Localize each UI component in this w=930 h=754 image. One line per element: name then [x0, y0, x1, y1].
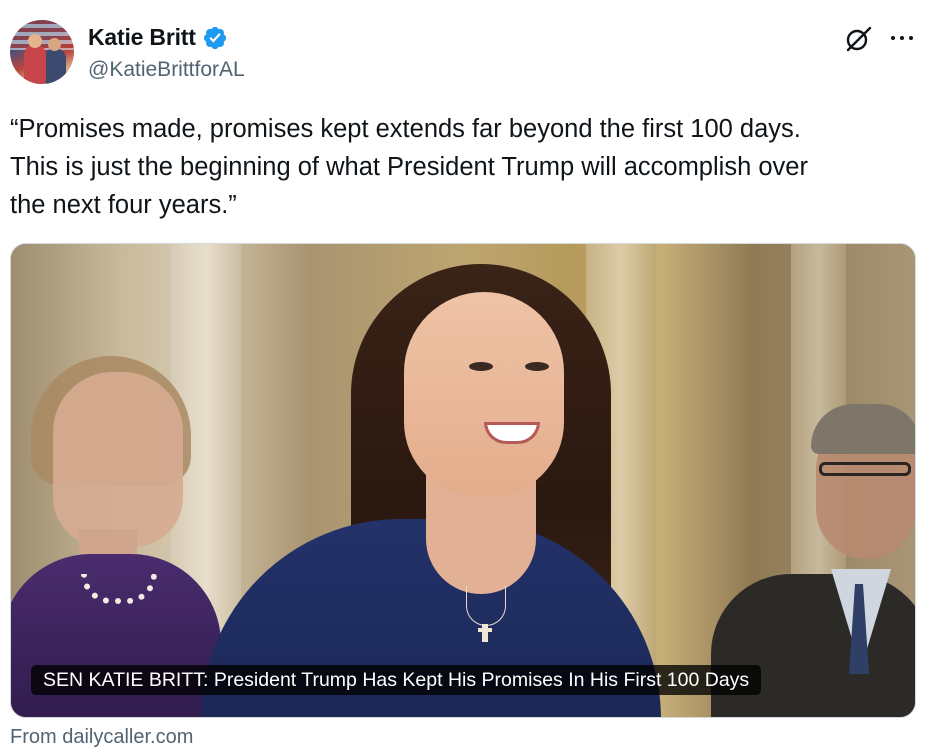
- verified-badge-icon[interactable]: [202, 25, 228, 51]
- dot: [909, 36, 913, 40]
- photo-person-right: [711, 574, 915, 717]
- link-card[interactable]: SEN KATIE BRITT: President Trump Has Kep…: [10, 243, 916, 718]
- card-source-link[interactable]: From dailycaller.com: [10, 726, 193, 749]
- grok-icon[interactable]: [843, 24, 873, 54]
- dot: [900, 36, 904, 40]
- card-caption: SEN KATIE BRITT: President Trump Has Kep…: [31, 665, 762, 695]
- photo-eye: [525, 362, 549, 371]
- author-avatar[interactable]: [10, 20, 74, 84]
- avatar-figure-head: [28, 34, 42, 48]
- photo-necklace: [466, 586, 506, 626]
- photo-person-left: [53, 372, 183, 547]
- avatar-flag-background: [10, 20, 74, 50]
- tweet-text: “Promises made, promises kept extends fa…: [10, 115, 808, 219]
- author-display-name[interactable]: Katie Britt: [88, 24, 196, 51]
- photo-main-subject: [404, 292, 564, 497]
- avatar-figure-head: [48, 38, 61, 51]
- author-name-row: Katie Britt: [88, 24, 228, 51]
- avatar-figure: [24, 44, 46, 84]
- photo-eye: [469, 362, 493, 371]
- card-photo: [11, 244, 915, 717]
- tweet: Katie Britt @KatieBrittforAL “Promises m…: [0, 0, 930, 754]
- dot: [891, 36, 895, 40]
- photo-cross-pendant: [478, 624, 492, 642]
- more-options-icon[interactable]: [887, 28, 917, 48]
- author-handle[interactable]: @KatieBrittforAL: [88, 58, 245, 82]
- avatar-figure: [44, 48, 66, 84]
- photo-glasses: [819, 462, 911, 476]
